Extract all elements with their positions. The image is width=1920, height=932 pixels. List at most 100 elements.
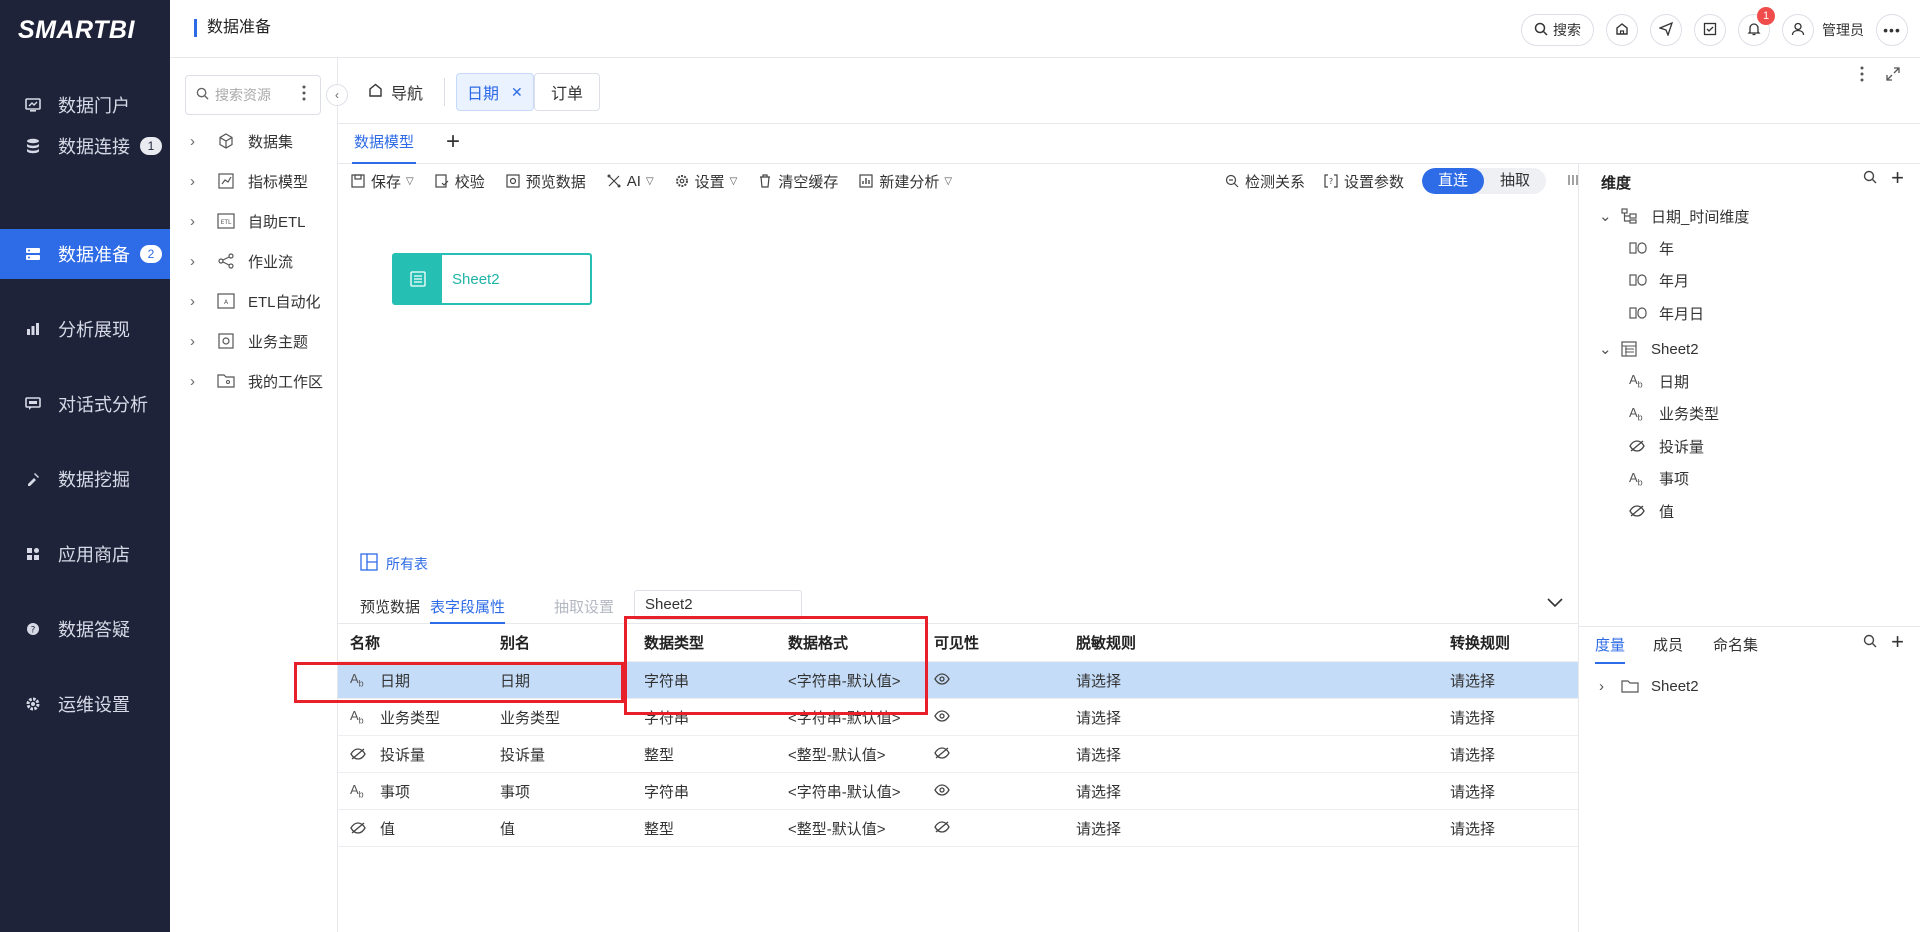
nav-item-chat-analysis[interactable]: 对话式分析 [0, 379, 170, 429]
detect-relations-button[interactable]: 检测关系 [1224, 171, 1305, 192]
resource-item-etl[interactable]: › ETL 自助ETL [190, 209, 306, 233]
nav-item-analysis[interactable]: 分析展现 [0, 304, 170, 354]
send-button[interactable] [1650, 14, 1682, 46]
type-cell[interactable]: 字符串 [644, 662, 689, 698]
sheet-select[interactable]: Sheet2 [634, 590, 802, 620]
mask-cell[interactable]: 请选择 [1076, 810, 1121, 846]
type-cell[interactable]: 字符串 [644, 773, 689, 809]
alias-cell[interactable]: 值 [500, 810, 515, 846]
convert-cell[interactable]: 请选择 [1450, 773, 1495, 809]
tab-order[interactable]: 订单 [534, 73, 601, 111]
resource-item-workflow[interactable]: › 作业流 [190, 249, 293, 273]
clear-cache-button[interactable]: 清空缓存 [757, 171, 838, 192]
tab-named-sets[interactable]: 命名集 [1713, 634, 1758, 664]
query-mode-toggle[interactable]: 直连 抽取 [1421, 168, 1546, 194]
resource-more-button[interactable] [302, 85, 316, 105]
convert-cell[interactable]: 请选择 [1450, 662, 1495, 698]
search-icon[interactable] [1863, 170, 1877, 187]
nav-item-qa[interactable]: ? 数据答疑 [0, 604, 170, 654]
convert-cell[interactable]: 请选择 [1450, 736, 1495, 772]
preview-data-button[interactable]: 预览数据 [505, 171, 586, 192]
close-icon[interactable]: ✕ [511, 84, 523, 101]
tab-navigation[interactable]: 导航 [358, 73, 434, 111]
table-row[interactable]: 值 值 整型 <整型-默认值> 请选择 请选择 [338, 810, 1578, 847]
resource-item-etl-auto[interactable]: › A ETL自动化 [190, 289, 321, 313]
table-row[interactable]: Ab 业务类型 业务类型 字符串 <字符串-默认值> 请选择 请选择 [338, 699, 1578, 736]
format-cell[interactable]: <字符串-默认值> [788, 699, 901, 735]
format-cell[interactable]: <整型-默认值> [788, 736, 886, 772]
search-icon[interactable] [1863, 634, 1877, 651]
set-params-button[interactable]: ? 设置参数 [1323, 171, 1404, 192]
eye-icon[interactable] [934, 709, 950, 726]
table-row[interactable]: 投诉量 投诉量 整型 <整型-默认值> 请选择 请选择 [338, 736, 1578, 773]
tree-sheet[interactable]: ⌄ Sheet2 [1599, 337, 1699, 361]
visibility-cell[interactable] [934, 699, 950, 735]
type-cell[interactable]: 字符串 [644, 699, 689, 735]
tab-data-model[interactable]: 数据模型 [352, 124, 417, 164]
type-cell[interactable]: 整型 [644, 810, 674, 846]
eye-icon[interactable] [934, 783, 950, 800]
mask-cell[interactable]: 请选择 [1076, 662, 1121, 698]
add-icon[interactable]: + [446, 130, 460, 154]
chevron-down-icon[interactable] [1546, 596, 1564, 612]
convert-cell[interactable]: 请选择 [1450, 810, 1495, 846]
visibility-cell[interactable] [934, 736, 950, 772]
nav-item-connection[interactable]: 数据连接 1 [0, 121, 170, 171]
visibility-cell[interactable] [934, 810, 950, 846]
add-icon[interactable]: + [1891, 631, 1904, 653]
alias-cell[interactable]: 事项 [500, 773, 530, 809]
tree-field[interactable]: Ab 业务类型 [1629, 402, 1719, 426]
tree-level-year[interactable]: 年 [1629, 236, 1674, 260]
nav-item-app-store[interactable]: 应用商店 [0, 529, 170, 579]
tab-field-properties[interactable]: 表字段属性 [430, 596, 506, 624]
nav-item-mining[interactable]: 数据挖掘 [0, 454, 170, 504]
alias-cell[interactable]: 业务类型 [500, 699, 560, 735]
type-cell[interactable]: 整型 [644, 736, 674, 772]
new-analysis-button[interactable]: 新建分析 ▽ [858, 171, 952, 192]
alias-cell[interactable]: 日期 [500, 662, 530, 698]
settings-button[interactable]: 设置 ▽ [674, 171, 737, 192]
mask-cell[interactable]: 请选择 [1076, 699, 1121, 735]
fullscreen-icon[interactable] [1886, 67, 1900, 84]
eye-off-icon[interactable] [934, 820, 950, 837]
resource-item-metric-model[interactable]: › 指标模型 [190, 169, 308, 193]
table-node[interactable]: Sheet2 [392, 253, 592, 305]
visibility-cell[interactable] [934, 773, 950, 809]
nav-item-data-prep[interactable]: 数据准备 2 [0, 229, 170, 279]
ai-button[interactable]: AI ▽ [606, 173, 654, 190]
tree-field[interactable]: Ab 日期 [1629, 369, 1689, 393]
add-icon[interactable]: + [1891, 167, 1904, 189]
tasks-button[interactable] [1694, 14, 1726, 46]
tab-members[interactable]: 成员 [1653, 634, 1683, 664]
format-cell[interactable]: <字符串-默认值> [788, 773, 901, 809]
tab-measures[interactable]: 度量 [1595, 634, 1626, 664]
convert-cell[interactable]: 请选择 [1450, 699, 1495, 735]
tree-level-year-month-day[interactable]: 年月日 [1629, 301, 1704, 325]
resource-item-workspace[interactable]: › 我的工作区 [190, 369, 323, 393]
table-row[interactable]: Ab 事项 事项 字符串 <字符串-默认值> 请选择 请选择 [338, 773, 1578, 810]
user-menu[interactable]: 管理员 [1782, 14, 1864, 46]
nav-item-ops[interactable]: 运维设置 [0, 679, 170, 729]
collapse-panel-button[interactable]: ‹ [326, 84, 348, 106]
mask-cell[interactable]: 请选择 [1076, 736, 1121, 772]
resource-item-business-theme[interactable]: › 业务主题 [190, 329, 308, 353]
tab-preview-data[interactable]: 预览数据 [360, 596, 420, 624]
format-cell[interactable]: <字符串-默认值> [788, 662, 901, 698]
tree-field[interactable]: 投诉量 [1629, 434, 1704, 458]
mode-direct[interactable]: 直连 [1421, 168, 1484, 194]
tab-date[interactable]: 日期 ✕ [456, 73, 534, 111]
model-canvas[interactable]: Sheet2 所有表 [338, 198, 1578, 586]
eye-off-icon[interactable] [934, 746, 950, 763]
all-tables-button[interactable]: 所有表 [360, 553, 428, 574]
more-vertical-icon[interactable] [1860, 66, 1864, 85]
tree-date-dimension[interactable]: ⌄ 日期_时间维度 [1599, 204, 1749, 228]
mode-extract[interactable]: 抽取 [1484, 168, 1546, 194]
tree-field[interactable]: Ab 事项 [1629, 467, 1689, 491]
format-cell[interactable]: <整型-默认值> [788, 810, 886, 846]
eye-icon[interactable] [934, 672, 950, 689]
table-row[interactable]: Ab 日期 日期 字符串 <字符串-默认值> 请选择 请选择 [338, 662, 1578, 699]
resource-search-input[interactable]: 搜索资源 [185, 75, 321, 115]
tree-field[interactable]: 值 [1629, 499, 1674, 523]
notifications-button[interactable]: 1 [1738, 7, 1775, 46]
global-search-button[interactable]: 搜索 [1521, 14, 1594, 46]
